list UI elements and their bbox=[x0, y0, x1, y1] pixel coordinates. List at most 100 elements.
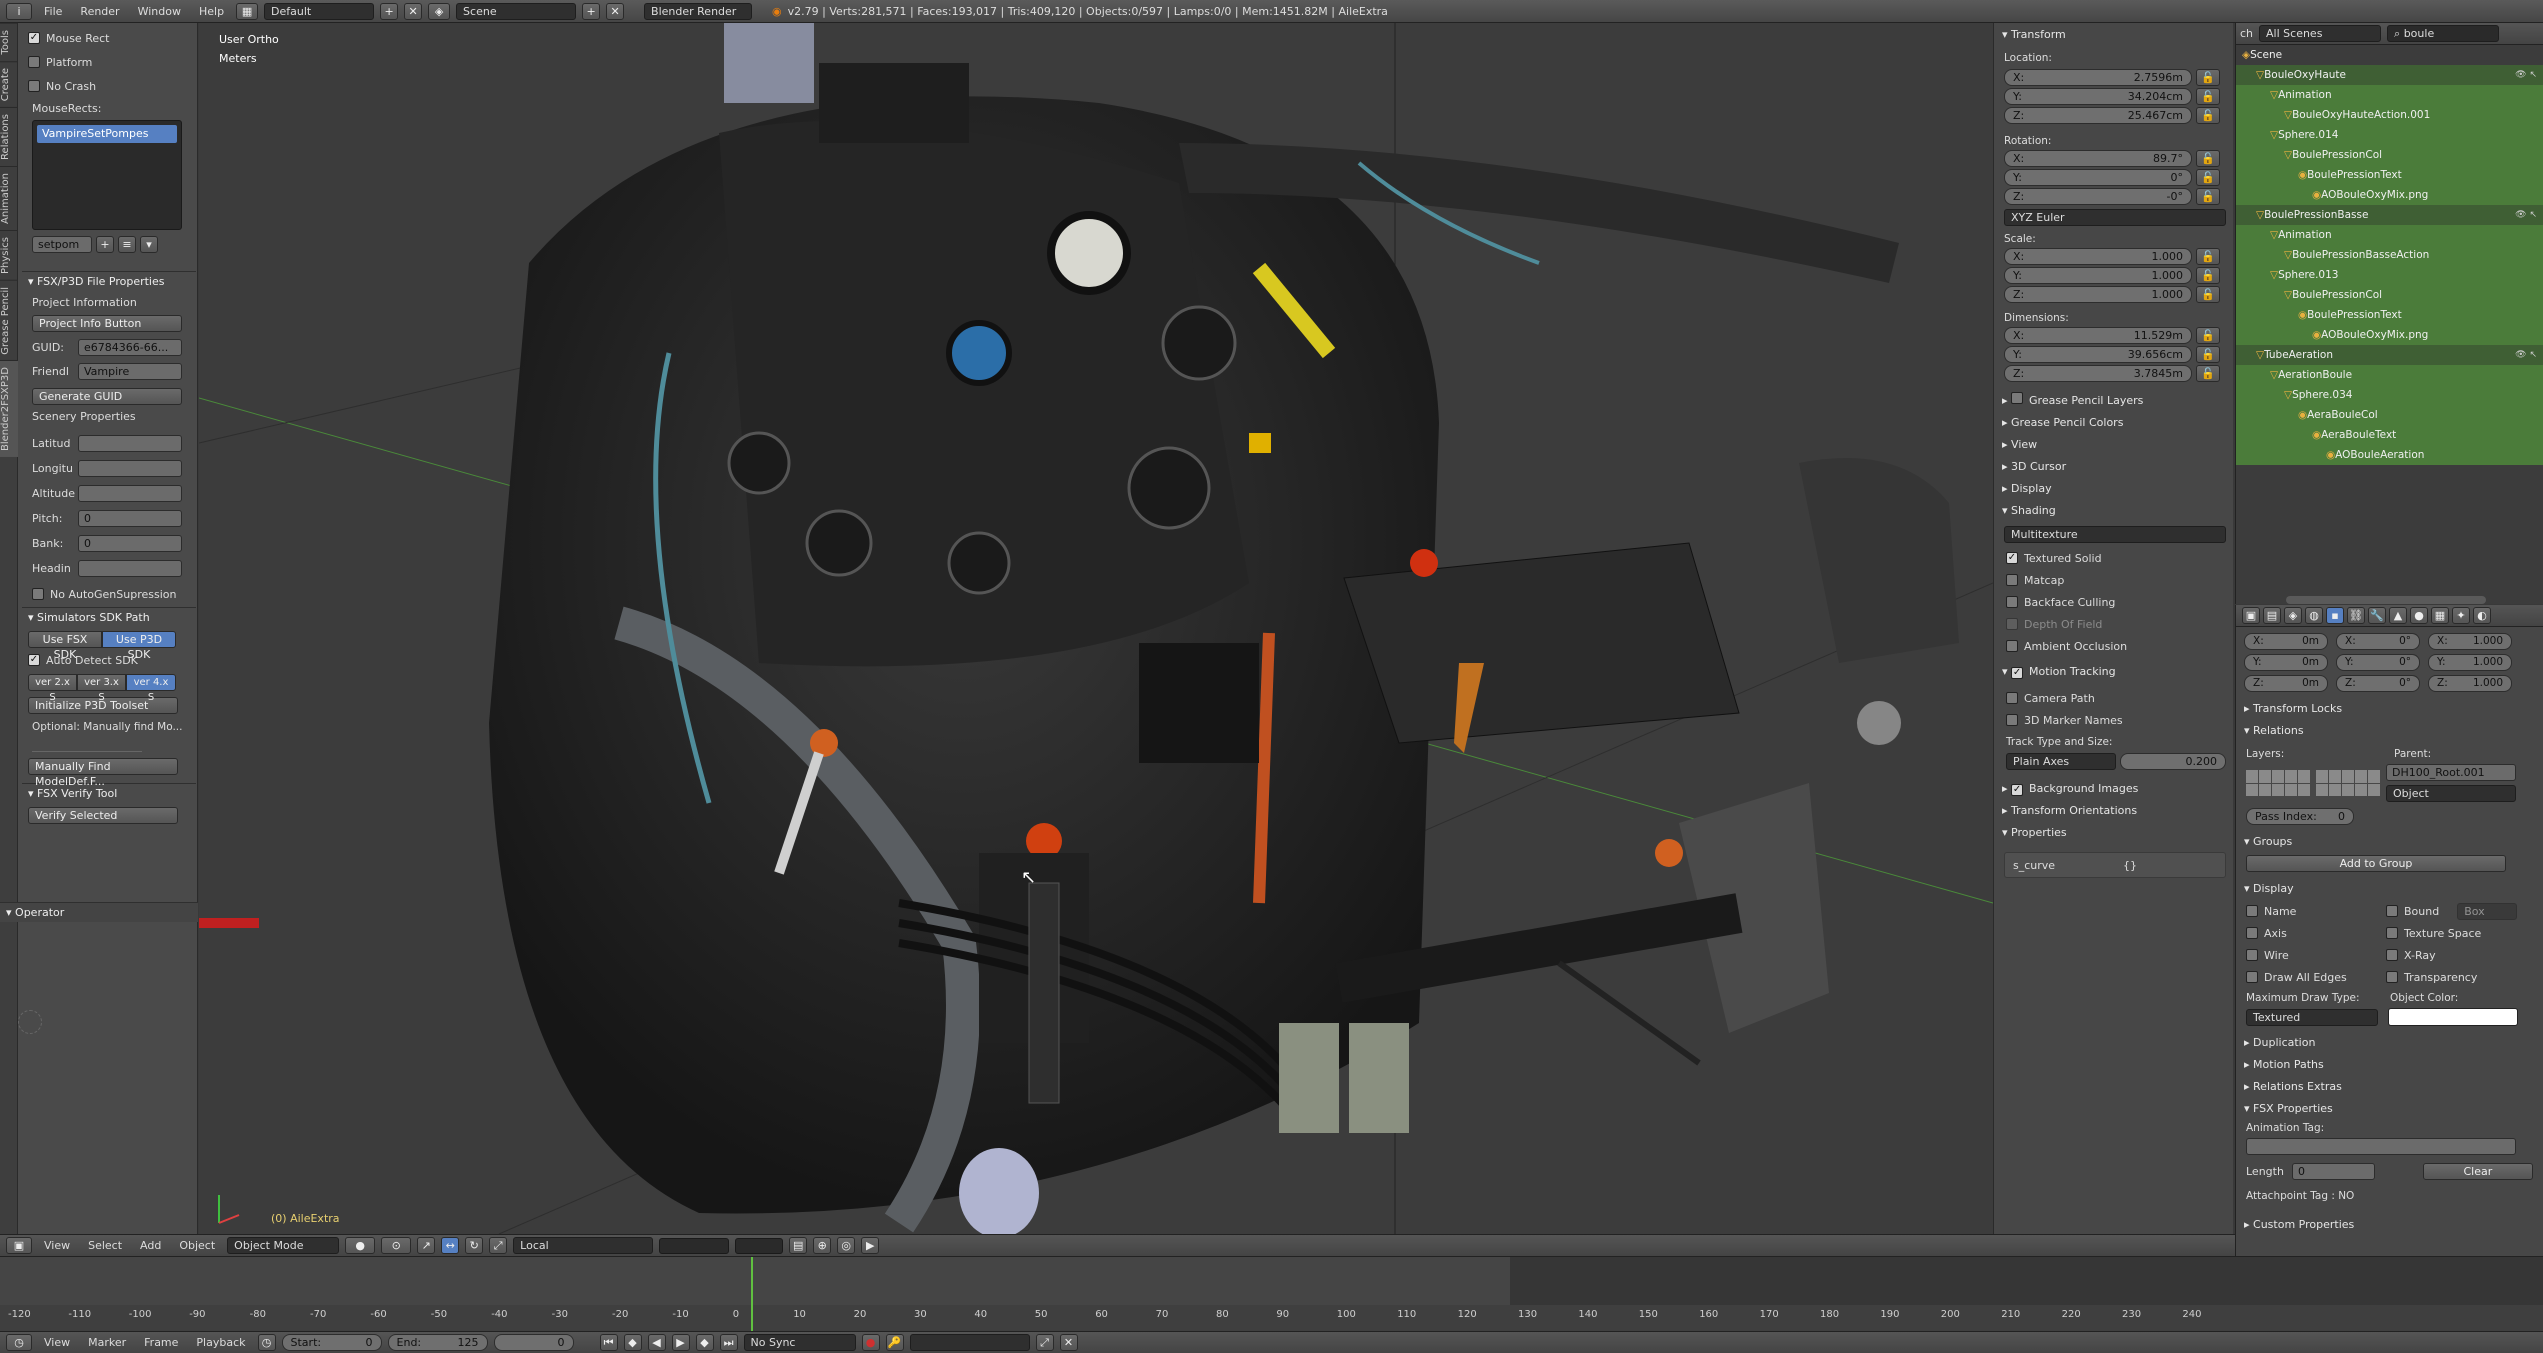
scene-icon[interactable]: ◈ bbox=[428, 2, 451, 20]
outliner-item[interactable]: ◈ Scene bbox=[2236, 45, 2543, 65]
chevron-down-icon[interactable]: ▾ bbox=[140, 236, 158, 253]
duplication-header[interactable]: ▸ Duplication bbox=[2236, 1032, 2543, 1054]
render-tab-icon[interactable]: ▣ bbox=[2242, 607, 2260, 624]
altitude-field[interactable] bbox=[78, 485, 182, 502]
outliner-item[interactable]: ◉ AeraBouleCol bbox=[2236, 405, 2543, 425]
keying-set-field[interactable] bbox=[909, 1334, 1030, 1351]
lock-icon[interactable]: 🔓 bbox=[2196, 365, 2220, 382]
timeline-menu-marker[interactable]: Marker bbox=[82, 1336, 132, 1349]
outliner-item[interactable]: ◉ AOBouleOxyMix.png bbox=[2236, 185, 2543, 205]
object-tab-icon[interactable]: ▪ bbox=[2326, 607, 2344, 624]
pass-index-field[interactable]: Pass Index: 0 bbox=[2246, 808, 2354, 825]
dof-checkbox[interactable] bbox=[2006, 618, 2018, 630]
transparency-checkbox[interactable] bbox=[2386, 971, 2398, 983]
physics-tab-icon[interactable]: ◐ bbox=[2473, 607, 2491, 624]
location-field[interactable]: Y: 34.204cm bbox=[2004, 88, 2192, 105]
verify-selected-button[interactable]: Verify Selected bbox=[28, 807, 178, 824]
latitude-field[interactable] bbox=[78, 435, 182, 452]
dimension-field[interactable]: Z: 3.7845m bbox=[2004, 365, 2192, 382]
insert-key-icon[interactable]: ⤢ bbox=[1035, 1334, 1054, 1351]
parent-field[interactable]: DH100_Root.001 bbox=[2386, 764, 2516, 781]
platform-row[interactable]: Platform bbox=[22, 50, 196, 74]
delta-field[interactable]: Z: 0° bbox=[2336, 675, 2420, 692]
world-tab-icon[interactable]: ◍ bbox=[2305, 607, 2323, 624]
parent-type-selector[interactable]: Object bbox=[2386, 785, 2516, 802]
sync-selector[interactable]: No Sync bbox=[743, 1334, 856, 1351]
lock-icon[interactable]: 🔓 bbox=[2196, 150, 2220, 167]
bank-field[interactable]: 0 bbox=[78, 535, 182, 552]
platform-checkbox[interactable] bbox=[28, 56, 40, 68]
properties-header[interactable]: ▾ Properties bbox=[1994, 822, 2233, 844]
transform-header[interactable]: ▾ Transform bbox=[1994, 23, 2233, 47]
tab-grease-pencil[interactable]: Grease Pencil bbox=[0, 279, 18, 361]
length-field[interactable]: 0 bbox=[2291, 1163, 2375, 1180]
outliner-item[interactable]: ▽ BoulePressionCol bbox=[2236, 285, 2543, 305]
play-icon[interactable]: ▶ bbox=[671, 1334, 690, 1351]
prev-key-icon[interactable]: ◆ bbox=[623, 1334, 642, 1351]
lock-icon[interactable]: 🔓 bbox=[2196, 327, 2220, 344]
menu-window[interactable]: Window bbox=[132, 5, 187, 18]
grease-colors-header[interactable]: ▸ Grease Pencil Colors bbox=[1994, 412, 2233, 434]
delta-field[interactable]: Y: 1.000 bbox=[2428, 654, 2512, 671]
camera-path-checkbox[interactable] bbox=[2006, 692, 2018, 704]
auto-detect-checkbox[interactable]: ✓ bbox=[28, 654, 40, 666]
current-frame-line[interactable] bbox=[751, 1257, 753, 1331]
animation-tag-field[interactable] bbox=[2246, 1138, 2516, 1155]
groups-header[interactable]: ▾ Groups bbox=[2236, 831, 2543, 853]
relations-header[interactable]: ▾ Relations bbox=[2236, 720, 2543, 742]
init-toolset-button[interactable]: Initialize P3D Toolset bbox=[28, 697, 178, 714]
rotation-mode-selector[interactable]: XYZ Euler bbox=[2004, 209, 2226, 226]
texture-tab-icon[interactable]: ▦ bbox=[2431, 607, 2449, 624]
pitch-field[interactable]: 0 bbox=[78, 510, 182, 527]
modifiers-tab-icon[interactable]: 🔧 bbox=[2368, 607, 2386, 624]
delta-field[interactable]: Z: 0m bbox=[2244, 675, 2328, 692]
tab-blender2fsxp3d[interactable]: Blender2FSXP3D bbox=[0, 360, 18, 458]
lock-icon[interactable]: 🔓 bbox=[2196, 286, 2220, 303]
bound-type-selector[interactable]: Box bbox=[2457, 902, 2518, 920]
draw-edges-checkbox[interactable] bbox=[2246, 971, 2258, 983]
render-preview-icon[interactable]: ▶ bbox=[861, 1237, 880, 1254]
next-key-icon[interactable]: ◆ bbox=[695, 1334, 714, 1351]
friendly-field[interactable]: Vampire bbox=[78, 363, 182, 380]
lock-icon[interactable]: 🔓 bbox=[2196, 248, 2220, 265]
remove-scene-icon[interactable]: ✕ bbox=[606, 2, 625, 20]
list-name-field[interactable]: setpom bbox=[32, 236, 92, 253]
operator-panel-header[interactable]: ▾ Operator bbox=[0, 902, 198, 922]
bound-checkbox[interactable] bbox=[2386, 905, 2398, 917]
auto-detect-row[interactable]: ✓ Auto Detect SDK bbox=[22, 648, 196, 672]
outliner-item[interactable]: ▽ BoulePressionBasse 👁 ↖ bbox=[2236, 205, 2543, 225]
layers-grid-b[interactable] bbox=[2316, 770, 2380, 796]
track-size-field[interactable]: 0.200 bbox=[2120, 753, 2226, 770]
texture-space-checkbox[interactable] bbox=[2386, 927, 2398, 939]
custom-property-row[interactable]: s_curve {} bbox=[2004, 852, 2226, 878]
tab-physics[interactable]: Physics bbox=[0, 229, 18, 280]
transform-orientation-selector[interactable]: Local bbox=[513, 1237, 654, 1254]
lock-icon[interactable]: 🔓 bbox=[2196, 169, 2220, 186]
name-checkbox[interactable] bbox=[2246, 905, 2258, 917]
wire-checkbox[interactable] bbox=[2246, 949, 2258, 961]
menu-help[interactable]: Help bbox=[193, 5, 230, 18]
menu-view[interactable]: View bbox=[38, 1239, 76, 1252]
lock-icon[interactable]: 🔓 bbox=[2196, 88, 2220, 105]
list-menu-icon[interactable]: ≡ bbox=[118, 236, 136, 253]
lock-icon[interactable]: 🔓 bbox=[2196, 188, 2220, 205]
delta-field[interactable]: X: 0m bbox=[2244, 633, 2328, 650]
outliner-item[interactable]: ▽ TubeAeration 👁 ↖ bbox=[2236, 345, 2543, 365]
project-info-button[interactable]: Project Info Button bbox=[32, 315, 182, 332]
rotation-field[interactable]: Z: -0° bbox=[2004, 188, 2192, 205]
marker-names-checkbox[interactable] bbox=[2006, 714, 2018, 726]
draw-type-selector[interactable]: Textured bbox=[2246, 1008, 2378, 1026]
track-type-selector[interactable]: Plain Axes bbox=[2006, 753, 2116, 770]
scale-field[interactable]: Z: 1.000 bbox=[2004, 286, 2192, 303]
constraints-tab-icon[interactable]: ⛓ bbox=[2347, 607, 2365, 624]
relations-extras-header[interactable]: ▸ Relations Extras bbox=[2236, 1076, 2543, 1098]
verify-tool-header[interactable]: ▾ FSX Verify Tool bbox=[22, 783, 196, 803]
delta-field[interactable]: Y: 0m bbox=[2244, 654, 2328, 671]
outliner-item[interactable]: ▽ Sphere.034 bbox=[2236, 385, 2543, 405]
motion-paths-header[interactable]: ▸ Motion Paths bbox=[2236, 1054, 2543, 1076]
scene-selector[interactable]: Scene bbox=[456, 2, 577, 20]
visibility-icon[interactable]: 👁 ↖ bbox=[2515, 345, 2537, 365]
shading-mode-selector[interactable]: Multitexture bbox=[2004, 526, 2226, 543]
outliner-item[interactable]: ▽ Animation bbox=[2236, 85, 2543, 105]
play-reverse-icon[interactable]: ◀ bbox=[647, 1334, 666, 1351]
